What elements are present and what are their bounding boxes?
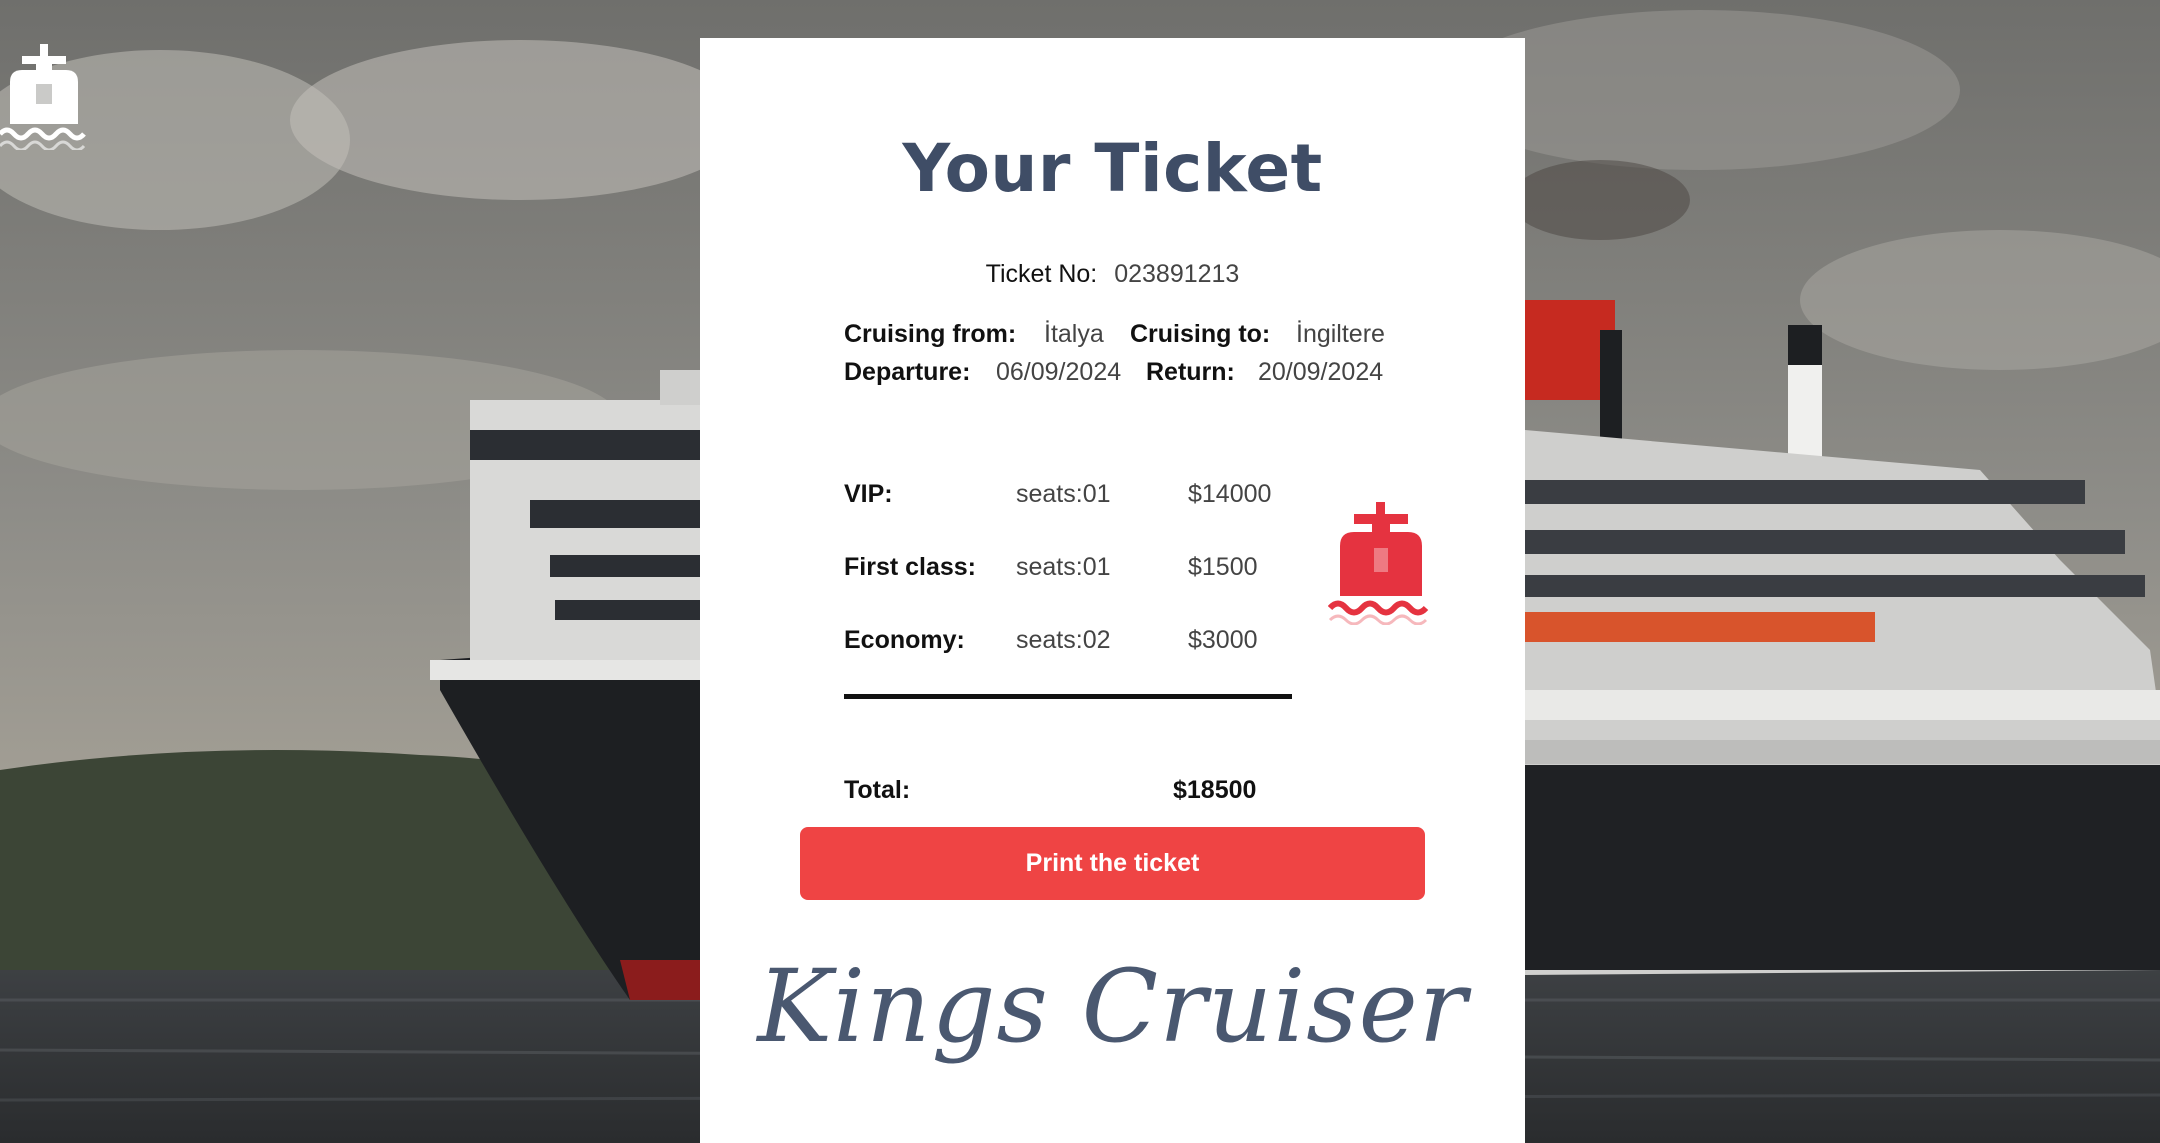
ship-logo-icon bbox=[1327, 500, 1438, 626]
from-label: Cruising from: bbox=[844, 320, 1017, 348]
from-value: İtalya bbox=[1044, 320, 1104, 348]
ticket-no-label: Ticket No: bbox=[985, 260, 1098, 288]
brand-logo: Kings Cruiser bbox=[757, 948, 1468, 1065]
total-divider bbox=[844, 694, 1292, 699]
total-value: $18500 bbox=[1173, 776, 1257, 804]
item-label: Economy: bbox=[844, 626, 965, 654]
return-label: Return: bbox=[1146, 358, 1235, 386]
item-seats: seats:01 bbox=[1016, 480, 1111, 508]
item-label: First class: bbox=[844, 553, 977, 581]
to-label: Cruising to: bbox=[1130, 320, 1271, 348]
return-value: 20/09/2024 bbox=[1258, 358, 1384, 386]
departure-value: 06/09/2024 bbox=[996, 358, 1122, 386]
print-ticket-button[interactable]: Print the ticket bbox=[800, 827, 1425, 900]
item-label: VIP: bbox=[844, 480, 893, 508]
item-price: $3000 bbox=[1188, 626, 1258, 654]
departure-label: Departure: bbox=[844, 358, 971, 386]
item-seats: seats:01 bbox=[1016, 553, 1111, 581]
ship-logo-icon bbox=[0, 42, 88, 152]
item-seats: seats:02 bbox=[1016, 626, 1111, 654]
to-value: İngiltere bbox=[1296, 320, 1385, 348]
ticket-no-value: 023891213 bbox=[1114, 260, 1240, 288]
ticket-number: Ticket No: 023891213 bbox=[700, 260, 1525, 289]
page-title: Your Ticket bbox=[902, 130, 1323, 207]
item-price: $1500 bbox=[1188, 553, 1258, 581]
ticket-card: Your Ticket Ticket No: 023891213 Cruisin… bbox=[700, 38, 1525, 1143]
item-price: $14000 bbox=[1188, 480, 1272, 508]
total-label: Total: bbox=[844, 776, 911, 804]
